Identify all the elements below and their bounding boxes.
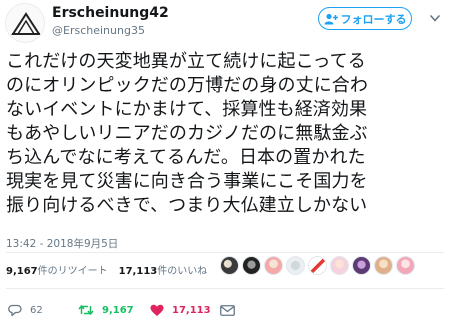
reply-icon [8,304,22,316]
envelope-icon [220,304,235,316]
tweet-line: ないイベントにかまけて、採算性も経済効果 [6,99,368,120]
user-handle[interactable]: @Erscheinung35 [52,24,145,37]
liker-avatar[interactable] [330,256,349,275]
more-options-button[interactable] [428,11,442,25]
chevron-down-icon [430,14,440,21]
divider [6,288,444,289]
liker-avatar[interactable] [308,256,327,275]
tweet-stats: 9,167件のリツイート 17,113件のいいね [6,262,207,277]
display-name[interactable]: Erscheinung42 [52,5,169,21]
retweet-stat[interactable]: 9,167件のリツイート [6,262,108,277]
add-user-icon [324,13,338,24]
liker-avatar[interactable] [352,256,371,275]
retweet-count: 9,167 [102,304,134,316]
reply-button[interactable]: 62 [8,304,78,317]
like-count: 17,113 [172,304,211,316]
like-stat-label: 件のいいね [157,266,208,277]
liker-avatar[interactable] [396,256,415,275]
tweet-line: 現実を見て災害に向き合う事業にこそ国力を [6,171,368,192]
retweet-stat-label: 件のリツイート [37,266,108,277]
like-button[interactable]: 17,113 [150,304,220,317]
liker-avatar[interactable] [374,256,393,275]
like-stat-count: 17,113 [118,266,158,277]
like-stat[interactable]: 17,113件のいいね [119,262,208,277]
liker-avatar[interactable] [264,256,283,275]
avatar-image [6,4,44,42]
heart-icon [150,304,164,316]
tweet-text: これだけの天変地異が立て続けに起こってる のにオリンピックだの万博だの身の丈に合… [6,50,446,218]
tweet-line: のにオリンピックだの万博だの身の丈に合わ [6,75,368,96]
retweet-icon [78,304,94,316]
liker-avatar[interactable] [242,256,261,275]
tweet-line: 振り向けるべきで、つまり大仏建立しかない [6,195,368,216]
liker-avatar[interactable] [286,256,305,275]
liker-avatars [220,256,415,275]
retweet-stat-count: 9,167 [6,266,38,277]
follow-button-label: フォローする [340,12,407,26]
tweet-line: これだけの天変地異が立て続けに起こってる [6,51,366,72]
tweet-timestamp[interactable]: 13:42 - 2018年9月5日 [6,236,118,251]
tweet-actions: 62 9,167 17,113 [8,302,240,318]
direct-message-button[interactable] [220,304,240,316]
tweet-line: ち込んでなに考えてるんだ。日本の置かれた [6,147,366,168]
liker-avatar[interactable] [220,256,239,275]
follow-button[interactable]: フォローする [318,7,412,30]
retweet-button[interactable]: 9,167 [78,304,150,316]
tweet-line: もあやしいリニアだのカジノだのに無駄金ぶ [6,123,368,144]
avatar[interactable] [5,3,45,43]
divider [6,252,444,253]
reply-count: 62 [30,304,43,316]
